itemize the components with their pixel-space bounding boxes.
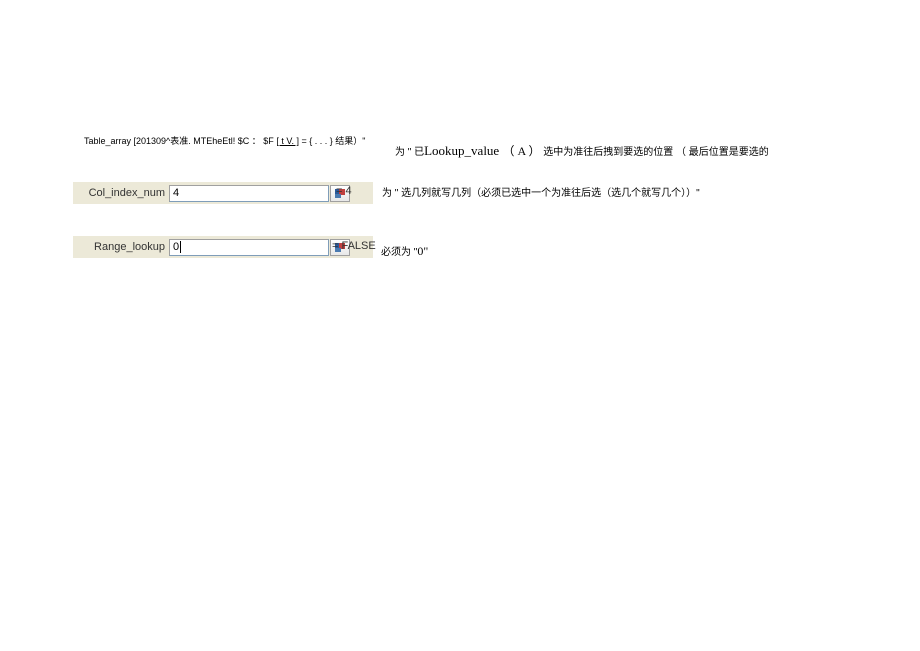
- range-lookup-input[interactable]: 0: [169, 239, 329, 256]
- lookup-note-prefix: 为 " 已: [395, 147, 424, 158]
- table-array-prefix: Table_array [201309^表准. MTEheEtl! $C ： $…: [84, 136, 276, 146]
- col-index-num-label: Col_index_num: [77, 187, 169, 199]
- range-lookup-note-prefix: 必须为 ": [381, 247, 417, 258]
- lookup-note-suffix: 选中为准往后拽到要选的位置 （ 最后位置是要选的: [540, 147, 768, 158]
- table-array-suffix: = { . . . } 结果）": [299, 136, 365, 146]
- text-cursor: [180, 241, 181, 253]
- lookup-value-note: 为 " 已Lookup_value （ A ） 选中为准往后拽到要选的位置 （ …: [395, 142, 769, 159]
- col-index-num-row: Col_index_num 4: [73, 182, 373, 204]
- lookup-value-term: Lookup_value: [424, 143, 502, 158]
- col-index-num-input[interactable]: 4: [169, 185, 329, 202]
- col-index-num-note: 为 " 选几列就写几列（必须已选中一个为准往后选（选几个就写几个））": [382, 184, 700, 199]
- range-lookup-note: 必须为 "0": [381, 243, 428, 259]
- table-array-text: Table_array [201309^表准. MTEheEtl! $C ： $…: [84, 134, 365, 147]
- lookup-paren: （ A ）: [502, 144, 540, 158]
- col-index-num-result: = 4: [336, 185, 352, 197]
- col-index-num-value: 4: [173, 187, 179, 199]
- range-lookup-label: Range_lookup: [77, 241, 169, 253]
- range-lookup-value: 0: [173, 241, 179, 253]
- range-lookup-note-zero: 0": [417, 244, 428, 258]
- table-array-underline: [ t V. ]: [276, 136, 299, 146]
- range-lookup-result: = FALSE: [332, 240, 376, 252]
- range-lookup-row: Range_lookup 0: [73, 236, 373, 258]
